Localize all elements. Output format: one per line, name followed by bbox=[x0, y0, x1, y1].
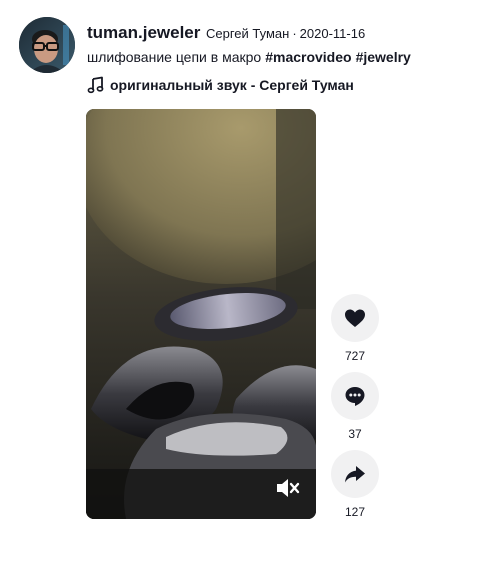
hashtag-link[interactable]: #jewelry bbox=[356, 49, 411, 65]
music-note-icon bbox=[87, 76, 104, 94]
author-avatar[interactable] bbox=[19, 17, 75, 73]
like-button[interactable] bbox=[331, 294, 379, 342]
share-action: 127 bbox=[331, 450, 379, 519]
share-button[interactable] bbox=[331, 450, 379, 498]
hashtag-link[interactable]: #macrovideo bbox=[265, 49, 351, 65]
volume-muted-icon[interactable] bbox=[274, 475, 300, 501]
share-icon bbox=[345, 466, 365, 483]
comment-button[interactable] bbox=[331, 372, 379, 420]
like-count: 727 bbox=[344, 349, 366, 363]
video-frame bbox=[86, 109, 316, 519]
author-username[interactable]: tuman.jeweler bbox=[87, 23, 200, 43]
comment-action: 37 bbox=[331, 372, 379, 441]
like-action: 727 bbox=[331, 294, 379, 363]
caption-text: шлифование цепи в макро bbox=[87, 49, 262, 65]
author-meta: Сергей Туман · 2020-11-16 bbox=[206, 26, 365, 41]
post-date: 2020-11-16 bbox=[299, 26, 366, 41]
video-caption: шлифование цепи в макро #macrovideo #jewel… bbox=[87, 49, 411, 65]
heart-icon bbox=[345, 309, 365, 327]
music-title: оригинальный звук - Сергей Туман bbox=[110, 77, 354, 93]
comment-count: 37 bbox=[348, 427, 362, 441]
share-count: 127 bbox=[344, 505, 366, 519]
author-display-name: Сергей Туман bbox=[206, 26, 290, 41]
video-player[interactable] bbox=[86, 109, 316, 519]
meta-separator: · bbox=[292, 26, 297, 41]
comment-icon bbox=[345, 387, 365, 406]
music-link[interactable]: оригинальный звук - Сергей Туман bbox=[87, 76, 354, 94]
